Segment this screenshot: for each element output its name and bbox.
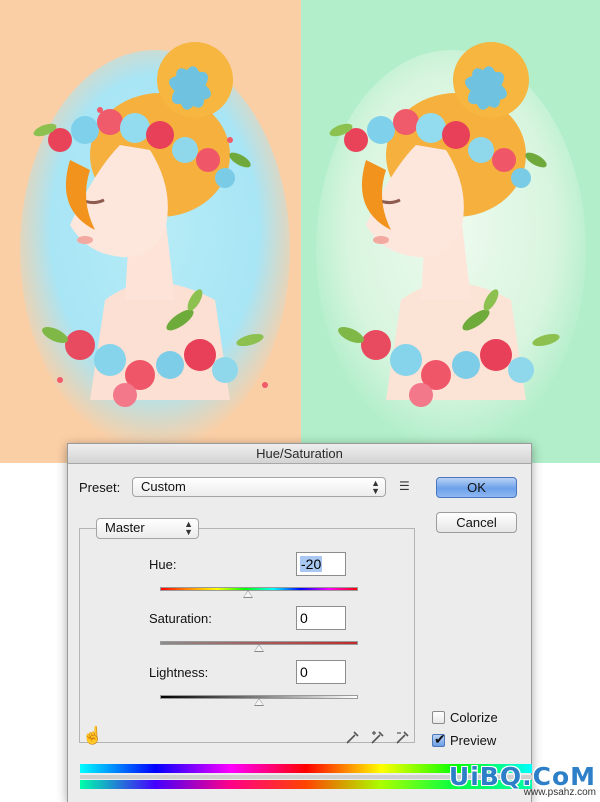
channel-value: Master — [105, 520, 145, 535]
saturation-slider-thumb[interactable] — [254, 644, 264, 652]
eyedropper-plus-icon[interactable] — [370, 729, 386, 745]
hue-label: Hue: — [149, 557, 177, 572]
saturation-input[interactable]: 0 — [296, 606, 346, 630]
hand-scrubby-icon[interactable]: ☝ — [82, 726, 103, 746]
updown-arrows-icon: ▲ ▼ — [184, 519, 193, 537]
dialog-title: Hue/Saturation — [68, 444, 531, 464]
saturation-value: 0 — [300, 610, 308, 626]
original-illustration — [0, 0, 301, 463]
ok-button[interactable]: OK — [436, 477, 517, 498]
lightness-slider-thumb[interactable] — [254, 698, 264, 706]
lightness-label: Lightness: — [149, 665, 209, 680]
colorize-checkbox[interactable] — [432, 711, 445, 724]
saturation-label: Saturation: — [149, 611, 212, 626]
colorize-label: Colorize — [450, 710, 498, 725]
preset-value: Custom — [141, 479, 186, 494]
list-menu-icon[interactable]: ☰ — [399, 479, 410, 493]
watermark: UiBQ.CoM www.psahz.com — [449, 762, 596, 798]
hue-slider[interactable] — [160, 587, 358, 591]
hue-value: -20 — [300, 556, 323, 572]
adjusted-illustration — [301, 0, 600, 463]
eyedropper-minus-icon[interactable] — [395, 729, 411, 745]
hue-slider-thumb[interactable] — [243, 590, 253, 598]
updown-arrows-icon: ▲ ▼ — [371, 478, 380, 496]
lightness-input[interactable]: 0 — [296, 660, 346, 684]
hue-saturation-dialog: Hue/Saturation Preset: Custom ▲ ▼ ☰ OK Ca… — [67, 443, 532, 802]
preview-label: Preview — [450, 733, 497, 748]
hue-input[interactable]: -20 — [296, 552, 346, 576]
lightness-value: 0 — [300, 664, 308, 680]
channel-dropdown[interactable]: Master ▲ ▼ — [96, 518, 199, 539]
preset-label: Preset: — [79, 480, 121, 495]
eyedropper-icon[interactable] — [345, 729, 361, 745]
preview-checkbox[interactable]: ✔ — [432, 731, 446, 747]
checkmark-icon: ✔ — [434, 731, 446, 747]
preset-dropdown[interactable]: Custom ▲ ▼ — [132, 477, 386, 497]
cancel-button[interactable]: Cancel — [436, 512, 517, 533]
adjustment-group: Master ▲ ▼ Hue: -20 Saturation: 0 Lightne… — [79, 518, 415, 743]
